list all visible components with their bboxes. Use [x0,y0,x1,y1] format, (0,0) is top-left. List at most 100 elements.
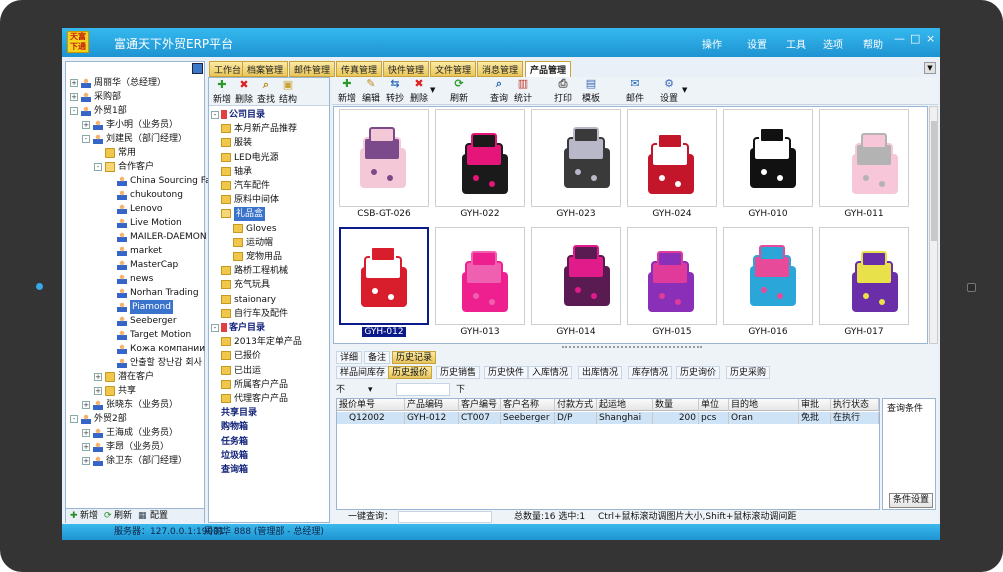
tree-item[interactable]: Seeberger [66,314,204,328]
tree-item[interactable]: - 合作客户 [66,160,204,174]
history-tab[interactable]: 库存情况 [628,366,673,379]
tab-5[interactable]: 文件管理 [430,61,477,77]
category-item[interactable]: 自行车及配件 [209,307,329,321]
tree-item[interactable]: market [66,244,204,258]
expand-toggle-icon[interactable]: + [70,79,78,87]
product-image[interactable] [531,227,621,325]
column-header[interactable]: 报价单号 [337,399,405,411]
product-image[interactable] [819,227,909,325]
product-card[interactable]: CSB-GT-026 [339,109,429,221]
product-card[interactable]: GYH-022 [435,109,525,221]
tab-list-dropdown-icon[interactable]: ▼ [924,62,936,74]
product-image[interactable] [819,109,909,207]
category-item[interactable]: 宠物用品 [209,250,329,264]
product-card[interactable]: GYH-016 [723,227,813,339]
tree-item[interactable]: - 刘建民（部门经理） [66,132,204,146]
expand-toggle-icon[interactable]: + [82,401,90,409]
detail-tab[interactable]: 历史记录 [392,351,437,364]
product-image[interactable] [435,109,525,207]
category-item[interactable]: 本月新产品推荐 [209,122,329,136]
tab-3[interactable]: 传真管理 [336,61,383,77]
category-item[interactable]: LED电光源 [209,151,329,165]
expand-toggle-icon[interactable]: + [82,121,90,129]
history-tab[interactable]: 历史询价 [676,366,721,379]
product-card[interactable]: GYH-024 [627,109,717,221]
column-header[interactable]: 客户名称 [501,399,555,411]
menu-options[interactable]: 选项 [823,36,843,51]
column-header[interactable]: 单位 [699,399,729,411]
expand-toggle-icon[interactable]: + [82,443,90,451]
category-folder[interactable]: - 客户目录 [209,321,329,335]
product-delete-button[interactable]: ✖ 删除 [408,78,430,105]
product-card[interactable]: GYH-023 [531,109,621,221]
tree-item[interactable]: Piamond [66,300,204,314]
dropdown-arrow-icon[interactable]: ▼ [430,86,435,94]
column-header[interactable]: 付款方式 [555,399,597,411]
product-edit-button[interactable]: ✎ 编辑 [360,78,382,105]
category-item[interactable]: 代理客户产品 [209,392,329,406]
tree-item[interactable]: + 潜在客户 [66,370,204,384]
add-icon[interactable]: ✚ [70,509,78,523]
history-tab[interactable]: 样品间库存 [336,366,390,379]
dropdown-arrow-icon[interactable]: ▼ [682,86,687,94]
expand-toggle-icon[interactable]: + [82,457,90,465]
product-image[interactable] [627,109,717,207]
tree-item[interactable]: Live Motion [66,216,204,230]
tree-item[interactable]: MAILER-DAEMON [66,230,207,244]
product-image[interactable] [723,109,813,207]
column-header[interactable]: 执行状态 [831,399,879,411]
product-card[interactable]: GYH-010 [723,109,813,221]
menu-help[interactable]: 帮助 [863,36,883,51]
product-card[interactable]: GYH-012 [339,227,429,339]
product-image[interactable] [339,109,429,207]
tab-6[interactable]: 消息管理 [477,61,524,77]
product-query-button[interactable]: ⌕ 查询 [488,78,510,105]
tree-item[interactable]: MasterCap [66,258,204,272]
column-header[interactable]: 客户编号 [459,399,501,411]
minimize-button[interactable]: — [894,32,905,45]
history-tab[interactable]: 出库情况 [578,366,623,379]
category-add-button[interactable]: ✚ 新增 [211,79,233,106]
tree-item[interactable]: 常用 [66,146,204,160]
refresh-button[interactable]: 刷新 [114,509,132,523]
history-tab[interactable]: 历史采购 [726,366,771,379]
detail-tab[interactable]: 备注 [364,351,391,364]
category-folder[interactable]: 任务箱 [209,435,329,449]
product-image[interactable] [723,227,813,325]
quick-search-input[interactable] [398,511,492,523]
tab-0[interactable]: 工作台 [209,61,247,77]
print-button[interactable]: ⎙ 打印 [552,78,574,105]
product-card[interactable]: GYH-014 [531,227,621,339]
close-button[interactable]: × [926,32,935,45]
column-header[interactable]: 起运地 [597,399,653,411]
category-item[interactable]: Gloves [209,222,329,236]
product-card[interactable]: GYH-013 [435,227,525,339]
product-image[interactable] [435,227,525,325]
tree-view-icon[interactable] [192,63,203,74]
refresh-icon[interactable]: ⟳ [104,509,112,523]
tree-item[interactable]: + 王海成（业务员） [66,426,204,440]
expand-toggle-icon[interactable]: + [82,429,90,437]
category-item[interactable]: 已报价 [209,349,329,363]
tree-item[interactable]: Кожа компании [66,342,205,356]
menu-settings[interactable]: 设置 [747,36,767,51]
locate-input[interactable] [396,383,450,396]
tree-item[interactable]: chukoutong [66,188,204,202]
template-button[interactable]: ▤ 模板 [580,78,602,105]
detail-tab[interactable]: 详细 [336,351,363,364]
add-button[interactable]: 新增 [80,509,98,523]
history-tab[interactable]: 历史快件 [484,366,529,379]
category-item[interactable]: 已出运 [209,364,329,378]
category-folder[interactable]: - 公司目录 [209,108,329,122]
category-item[interactable]: 轴承 [209,165,329,179]
tree-item[interactable]: Norhan Trading [66,286,204,300]
menu-operate[interactable]: 操作 [702,36,722,51]
tree-item[interactable]: + 李小明（业务员） [66,118,204,132]
category-folder[interactable]: 共享目录 [209,406,329,420]
product-card[interactable]: GYH-011 [819,109,909,221]
history-tab[interactable]: 入库情况 [528,366,573,379]
product-stats-button[interactable]: ▥ 统计 [512,78,534,105]
category-item[interactable]: 2013年定单产品 [209,335,329,349]
condition-settings-button[interactable]: 条件设置 [889,493,933,508]
mail-button[interactable]: ✉ 邮件 [624,78,646,105]
